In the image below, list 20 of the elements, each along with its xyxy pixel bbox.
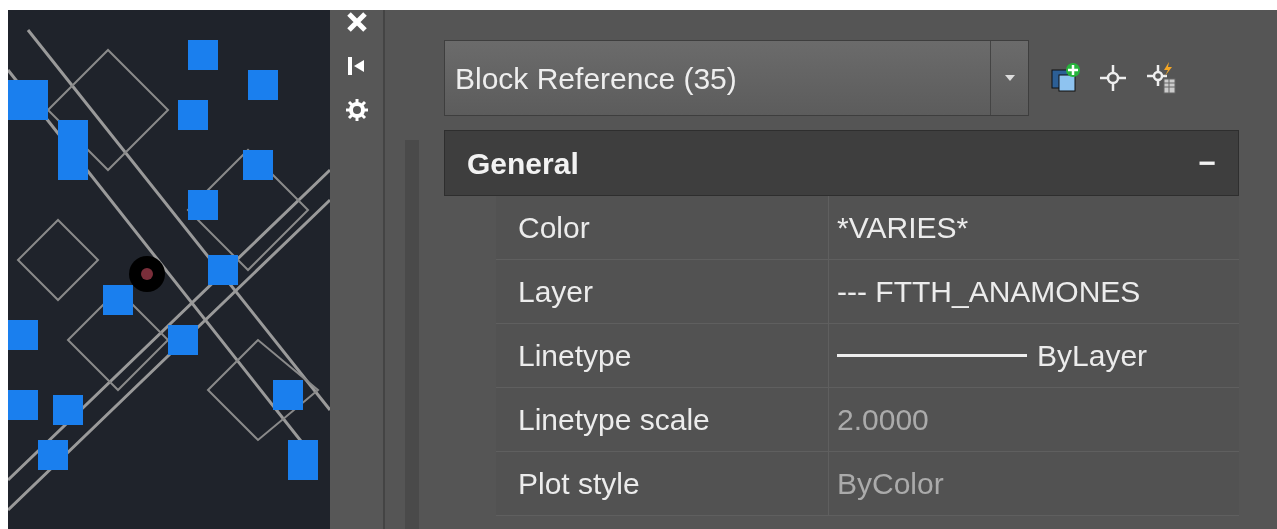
property-label: Linetype <box>518 338 632 374</box>
property-label: Plot style <box>518 466 640 502</box>
settings-icon[interactable] <box>344 98 369 122</box>
add-selection-icon[interactable] <box>1049 62 1081 94</box>
property-value[interactable]: --- FTTH_ANAMONES <box>837 269 1141 314</box>
collapse-toggle[interactable]: − <box>1198 148 1216 178</box>
property-label: Color <box>518 210 590 246</box>
property-value[interactable]: 2.0000 <box>837 397 929 442</box>
close-icon[interactable] <box>344 10 369 34</box>
quick-select-icon[interactable] <box>1145 62 1177 94</box>
caret-icon <box>1004 75 1015 81</box>
crosshair-icon[interactable] <box>1097 62 1129 94</box>
selection-dropdown[interactable]: Block Reference (35) <box>444 40 1029 116</box>
property-label: Linetype scale <box>518 402 710 438</box>
property-value[interactable]: *VARIES* <box>837 205 969 250</box>
section-title: General <box>467 145 579 182</box>
property-label: Layer <box>518 274 594 310</box>
section-header[interactable]: General − <box>444 130 1239 196</box>
property-value[interactable]: ByLayer <box>1037 333 1148 378</box>
property-value[interactable]: ByColor <box>837 461 944 506</box>
